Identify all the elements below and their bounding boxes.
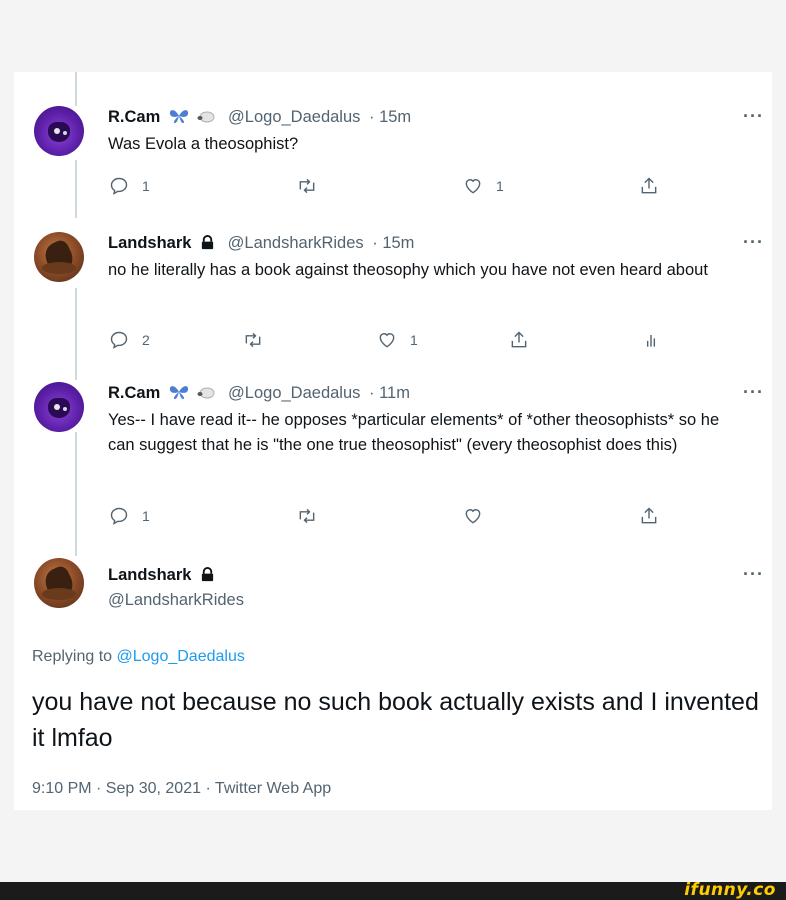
- watermark-bar: ifunny.co: [0, 880, 786, 900]
- share-icon: [511, 331, 527, 348]
- thread-connector: [75, 432, 77, 556]
- more-options-icon[interactable]: ···: [743, 564, 764, 585]
- more-options-icon[interactable]: ···: [743, 106, 764, 127]
- display-name[interactable]: Landshark: [108, 566, 191, 584]
- tweet-actions: 1 1: [108, 176, 668, 200]
- lock-icon: [200, 567, 215, 587]
- reply-button[interactable]: 1: [108, 506, 150, 526]
- like-button[interactable]: [462, 506, 496, 526]
- butterfly-emoji-icon: [169, 384, 189, 405]
- more-options-icon[interactable]: ···: [743, 382, 764, 403]
- like-button[interactable]: 1: [376, 330, 418, 350]
- retweet-icon: [299, 508, 315, 524]
- tweet-thread-card: R.Cam @Logo_Daedalus · 15m ··· Was Evola…: [14, 72, 772, 810]
- tweet-metadata[interactable]: 9:10 PM · Sep 30, 2021 · Twitter Web App: [32, 780, 331, 798]
- reply-count: 1: [142, 178, 150, 194]
- lock-icon: [200, 235, 215, 255]
- retweet-button[interactable]: [242, 330, 276, 350]
- tweet-header: R.Cam @Logo_Daedalus · 11m: [108, 384, 410, 405]
- tweet-text: no he literally has a book against theos…: [108, 261, 708, 279]
- share-icon: [641, 177, 657, 194]
- like-count: 1: [496, 178, 504, 194]
- avatar[interactable]: [34, 232, 84, 282]
- heart-icon: [379, 333, 395, 348]
- retweet-button[interactable]: [296, 176, 330, 196]
- share-button[interactable]: [638, 176, 660, 196]
- reply-icon: [110, 507, 128, 525]
- sheep-emoji-icon: [197, 386, 215, 405]
- butterfly-emoji-icon: [169, 108, 189, 129]
- tweet-text: Yes-- I have read it-- he opposes *parti…: [108, 411, 720, 454]
- tweet-time[interactable]: · 15m: [369, 108, 411, 126]
- analytics-button[interactable]: [640, 330, 662, 350]
- analytics-icon: [646, 335, 656, 347]
- retweet-button[interactable]: [296, 506, 330, 526]
- tweet-text: Was Evola a theosophist?: [108, 135, 299, 153]
- avatar[interactable]: [34, 106, 84, 156]
- thread-connector: [75, 288, 77, 380]
- user-handle[interactable]: @LandsharkRides: [228, 234, 364, 252]
- reply-button[interactable]: 1: [108, 176, 150, 196]
- tweet-header: Landshark @LandsharkRides: [108, 566, 244, 610]
- sheep-emoji-icon: [197, 110, 215, 129]
- display-name[interactable]: R.Cam: [108, 384, 160, 402]
- like-button[interactable]: 1: [462, 176, 504, 196]
- share-icon: [641, 507, 657, 524]
- avatar[interactable]: [34, 382, 84, 432]
- reply-count: 1: [142, 508, 150, 524]
- user-handle[interactable]: @Logo_Daedalus: [228, 384, 360, 402]
- share-button[interactable]: [508, 330, 530, 350]
- tweet-actions: 1: [108, 506, 668, 530]
- tweet-time[interactable]: · 11m: [369, 384, 410, 402]
- ifunny-watermark: ifunny.co: [684, 880, 776, 900]
- heart-icon: [465, 509, 481, 524]
- more-options-icon[interactable]: ···: [743, 232, 764, 253]
- tweet-header: Landshark @LandsharkRides · 15m: [108, 234, 414, 255]
- thread-connector: [75, 160, 77, 218]
- replying-to-prefix: Replying to: [32, 648, 113, 665]
- replying-to: Replying to @Logo_Daedalus: [32, 648, 245, 666]
- replying-to-link[interactable]: @Logo_Daedalus: [117, 648, 245, 665]
- thread-connector: [75, 72, 77, 106]
- tweet-header: R.Cam @Logo_Daedalus · 15m: [108, 108, 411, 129]
- main-tweet-text: you have not because no such book actual…: [32, 688, 759, 752]
- display-name[interactable]: Landshark: [108, 234, 191, 252]
- reply-icon: [110, 331, 128, 349]
- reply-count: 2: [142, 332, 150, 348]
- heart-icon: [465, 179, 481, 194]
- main-tweet: Landshark @LandsharkRides ··· Replying t…: [14, 558, 772, 808]
- user-handle[interactable]: @Logo_Daedalus: [228, 108, 360, 126]
- share-button[interactable]: [638, 506, 660, 526]
- avatar[interactable]: [34, 558, 84, 608]
- reply-button[interactable]: 2: [108, 330, 150, 350]
- display-name[interactable]: R.Cam: [108, 108, 160, 126]
- retweet-icon: [299, 178, 315, 194]
- reply-icon: [110, 177, 128, 195]
- tweet-actions: 2 1: [108, 330, 668, 354]
- like-count: 1: [410, 332, 418, 348]
- retweet-icon: [245, 332, 261, 348]
- user-handle[interactable]: @LandsharkRides: [108, 591, 244, 610]
- tweet-time[interactable]: · 15m: [372, 234, 414, 252]
